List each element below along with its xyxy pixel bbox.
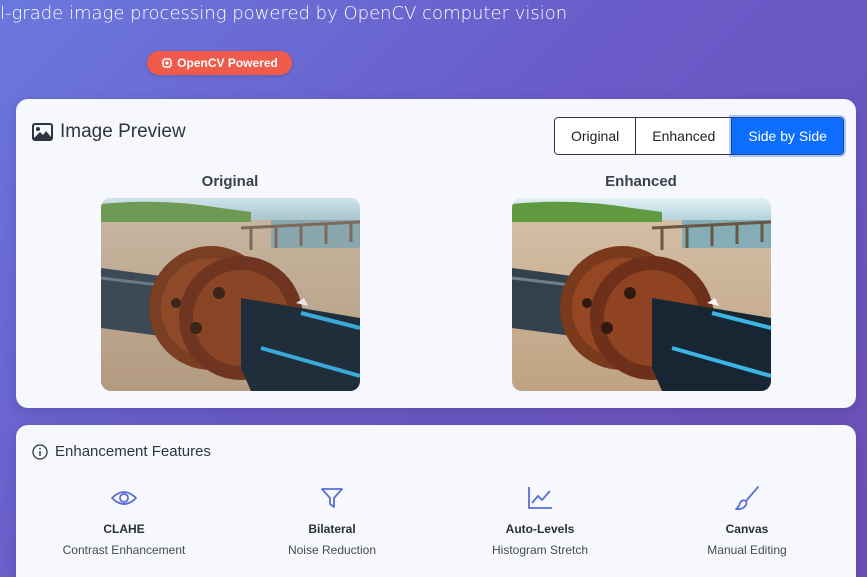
feature-name: Auto-Levels bbox=[505, 522, 575, 536]
chip-icon bbox=[161, 57, 173, 69]
opencv-badge: OpenCV Powered bbox=[147, 51, 292, 75]
eye-icon bbox=[111, 491, 137, 505]
view-enhanced-button[interactable]: Enhanced bbox=[636, 118, 733, 154]
feature-description: Manual Editing bbox=[707, 543, 787, 557]
feature-name: CLAHE bbox=[103, 522, 145, 536]
feature-clahe: CLAHE Contrast Enhancement bbox=[24, 483, 224, 557]
feature-description: Noise Reduction bbox=[287, 543, 377, 557]
enhanced-image bbox=[512, 198, 771, 391]
feature-bilateral: Bilateral Noise Reduction bbox=[232, 483, 432, 557]
image-preview-card: Image Preview Original Enhanced Side by … bbox=[16, 99, 856, 408]
view-mode-toggle: Original Enhanced Side by Side bbox=[554, 117, 844, 155]
features-title: Enhancement Features bbox=[55, 443, 211, 460]
original-pane-label: Original bbox=[201, 173, 259, 190]
preview-heading: Image Preview bbox=[32, 121, 186, 143]
original-image bbox=[101, 198, 360, 391]
preview-title: Image Preview bbox=[60, 121, 186, 142]
image-icon bbox=[32, 123, 53, 141]
feature-canvas: Canvas Manual Editing bbox=[647, 483, 847, 557]
chart-line-icon bbox=[528, 487, 552, 509]
feature-description: Histogram Stretch bbox=[491, 543, 589, 557]
badge-label: OpenCV Powered bbox=[177, 56, 278, 70]
brush-icon bbox=[735, 486, 759, 511]
enhanced-pane-label: Enhanced bbox=[605, 173, 677, 190]
features-heading: Enhancement Features bbox=[32, 443, 211, 460]
feature-name: Canvas bbox=[725, 522, 769, 536]
info-icon bbox=[32, 443, 48, 460]
view-original-button[interactable]: Original bbox=[555, 118, 637, 154]
enhancement-features-card: Enhancement Features CLAHE Contrast Enha… bbox=[16, 425, 856, 577]
feature-description: Contrast Enhancement bbox=[62, 543, 186, 557]
app-subtitle: l-grade image processing powered by Open… bbox=[0, 3, 568, 24]
view-side-by-side-button[interactable]: Side by Side bbox=[732, 118, 843, 154]
filter-icon bbox=[321, 488, 343, 508]
feature-auto-levels: Auto-Levels Histogram Stretch bbox=[440, 483, 640, 557]
feature-name: Bilateral bbox=[308, 522, 356, 536]
